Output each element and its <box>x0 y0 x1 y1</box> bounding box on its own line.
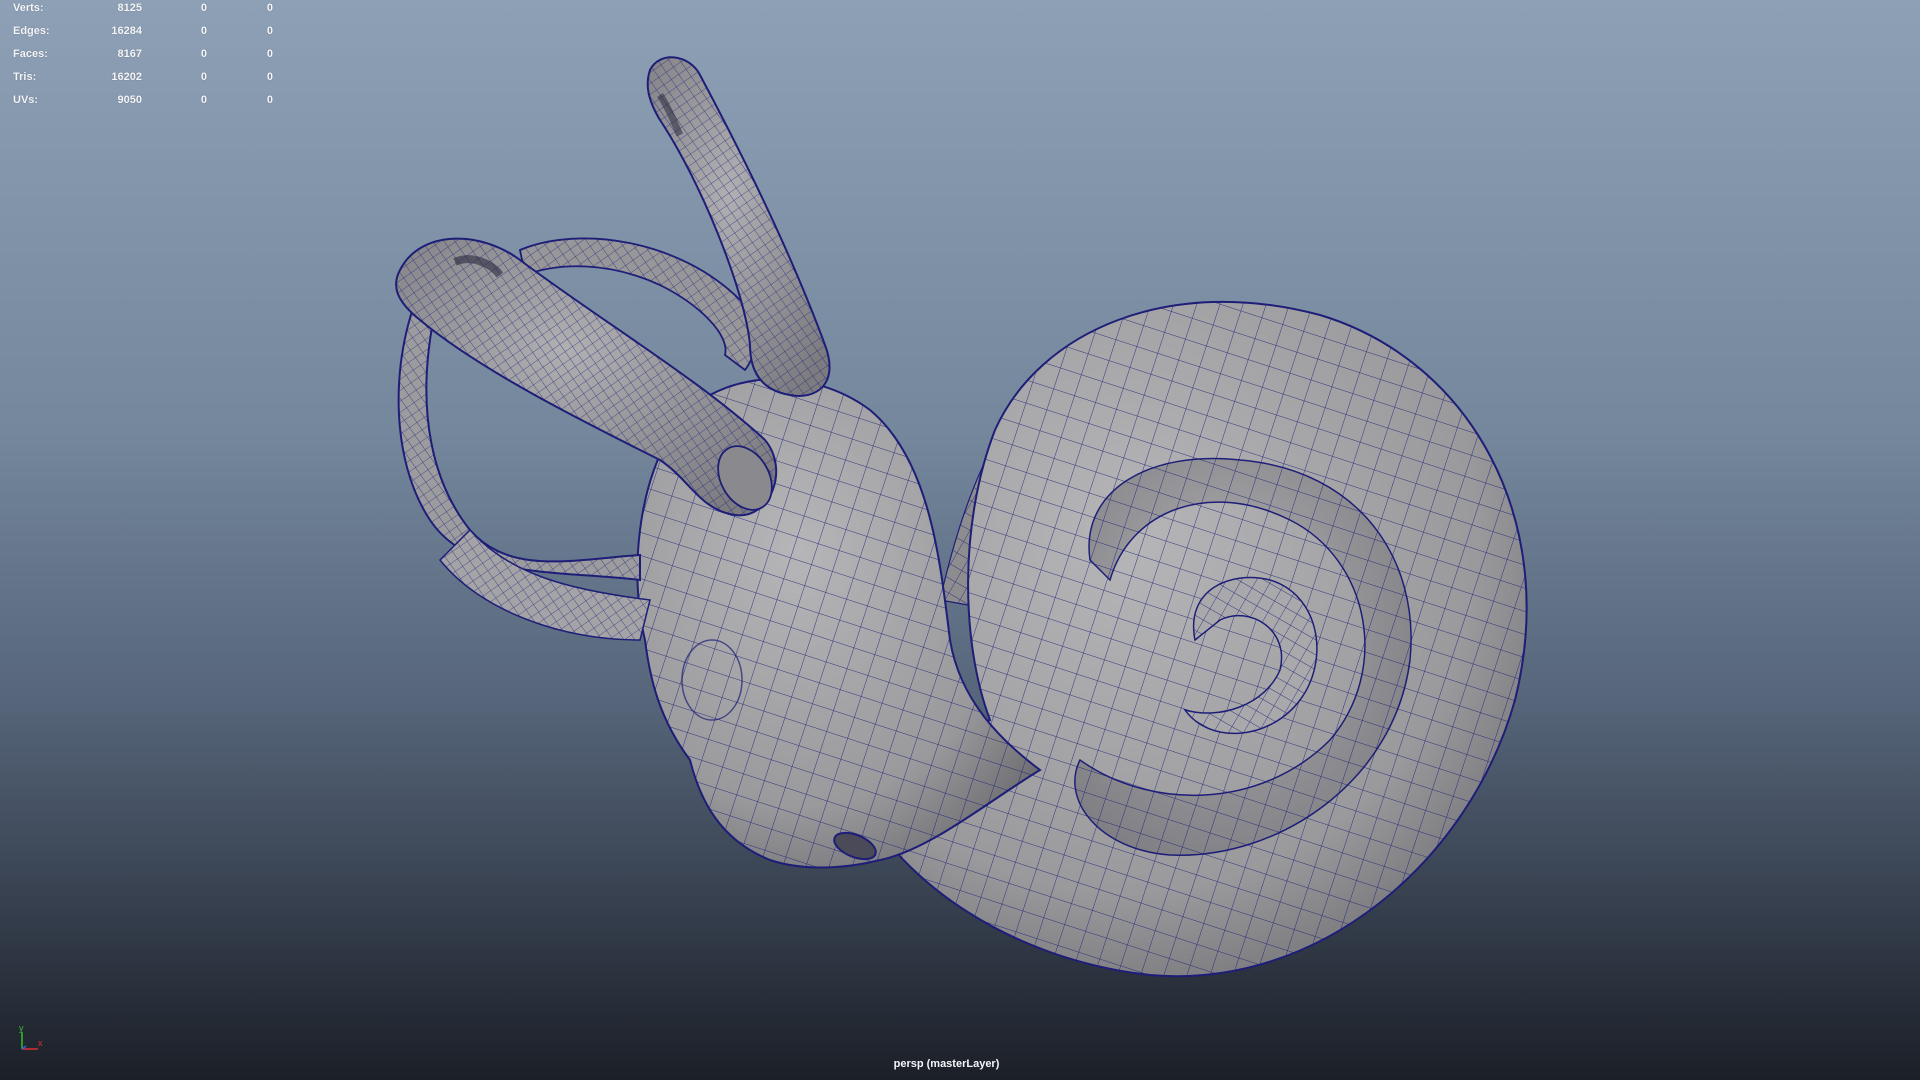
hud-value: 0 <box>200 2 207 14</box>
hud-label: Faces: <box>13 48 48 60</box>
hud-label: Edges: <box>13 25 50 37</box>
hud-row-verts: Verts: 8125 0 0 <box>13 0 273 23</box>
hud-value: 0 <box>266 25 273 37</box>
hud-label: Verts: <box>13 2 44 14</box>
hud-value: 0 <box>200 48 207 60</box>
hud-label: Tris: <box>13 71 37 83</box>
axis-gizmo-icon: y x <box>16 1022 50 1056</box>
perspective-viewport[interactable] <box>0 0 1920 1080</box>
hud-value: 0 <box>200 94 207 106</box>
hud-value: 0 <box>200 25 207 37</box>
hud-row-edges: Edges: 16284 0 0 <box>13 23 273 46</box>
inner-ear-mesh[interactable] <box>0 0 1920 1080</box>
hud-value: 0 <box>266 94 273 106</box>
hud-value: 16284 <box>111 25 142 37</box>
camera-name-label: persp (masterLayer) <box>893 1058 1000 1070</box>
hud-value: 0 <box>200 71 207 83</box>
hud-value: 0 <box>266 2 273 14</box>
hud-row-faces: Faces: 8167 0 0 <box>13 46 273 69</box>
hud-row-tris: Tris: 16202 0 0 <box>13 69 273 92</box>
y-axis-label: y <box>19 1023 24 1033</box>
hud-value: 8125 <box>117 2 142 14</box>
hud-value: 16202 <box>111 71 142 83</box>
hud-row-uvs: UVs: 9050 0 0 <box>13 92 273 115</box>
hud-value: 0 <box>266 71 273 83</box>
hud-label: UVs: <box>13 94 39 106</box>
poly-count-hud: Verts: 8125 0 0 Edges: 16284 0 0 Faces: … <box>13 0 273 115</box>
x-axis-label: x <box>38 1038 43 1048</box>
cochlea-mesh <box>858 300 1528 978</box>
hud-value: 0 <box>266 48 273 60</box>
hud-value: 8167 <box>117 48 142 60</box>
hud-value: 9050 <box>117 94 142 106</box>
